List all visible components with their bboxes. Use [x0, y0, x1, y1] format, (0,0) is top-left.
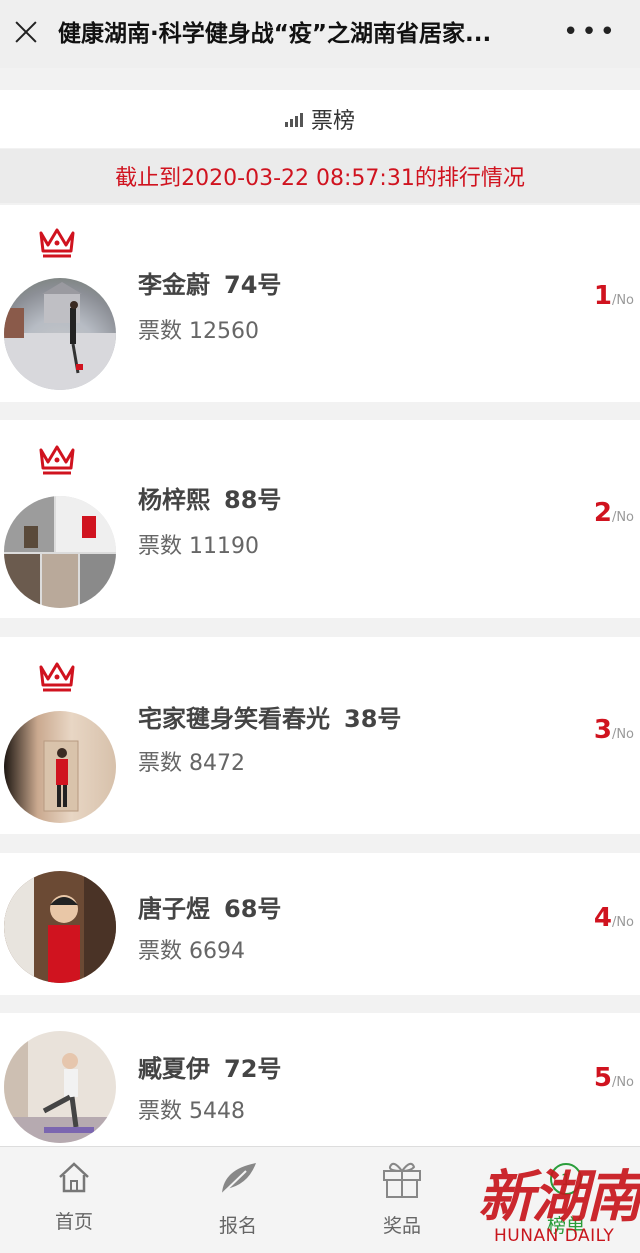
- bar-chart-icon: [284, 111, 303, 127]
- nav-signup[interactable]: 报名: [188, 1159, 288, 1238]
- crown-icon: [39, 228, 75, 258]
- home-icon: [59, 1162, 89, 1193]
- nav-label: 奖品: [382, 1215, 421, 1237]
- tab-label: 票榜: [310, 109, 355, 134]
- top-bar: 健康湖南·科学健身战“疫”之湖南省居家... •••: [0, 0, 640, 68]
- votes-label: 票数: [138, 751, 183, 776]
- entry-name: 宅家毽身笑看春光: [138, 705, 330, 733]
- votes-count: 6694: [189, 939, 246, 964]
- entry-number: 74号: [224, 271, 282, 299]
- ranking-card[interactable]: 臧夏伊 72号 票数 5448 5/No: [0, 1013, 640, 1146]
- rank-badge: 2/No: [594, 498, 634, 528]
- ranking-card[interactable]: 唐子煜 68号 票数 6694 4/No: [0, 853, 640, 995]
- votes-label: 票数: [138, 534, 183, 559]
- watermark-text: HUNAN DAILY: [494, 1226, 615, 1246]
- nav-home[interactable]: 首页: [24, 1159, 124, 1234]
- gift-icon: [383, 1162, 421, 1198]
- feather-icon: [219, 1163, 256, 1197]
- rank-badge: 1/No: [594, 281, 634, 311]
- rank-badge: 3/No: [594, 715, 634, 745]
- nav-label: 首页: [54, 1211, 93, 1233]
- tab-votes[interactable]: 票榜: [0, 90, 640, 148]
- votes-count: 12560: [189, 319, 260, 344]
- entry-number: 38号: [344, 705, 402, 733]
- rank-badge: 5/No: [594, 1063, 634, 1093]
- watermark-logo: 新湖南: [478, 1164, 640, 1230]
- avatar: [4, 1031, 116, 1143]
- votes-count: 8472: [189, 751, 246, 776]
- close-icon[interactable]: [12, 18, 40, 46]
- rank-suffix: /No: [611, 1075, 634, 1090]
- entry-number: 72号: [224, 1055, 282, 1083]
- rank-number: 1: [593, 281, 612, 311]
- ranking-card[interactable]: 宅家毽身笑看春光 38号 票数 8472 3/No: [0, 637, 640, 834]
- crown-icon: [39, 445, 75, 475]
- nav-prizes[interactable]: 奖品: [352, 1159, 452, 1238]
- votes-label: 票数: [138, 939, 183, 964]
- rank-badge: 4/No: [594, 903, 634, 933]
- rank-suffix: /No: [611, 915, 634, 930]
- votes-label: 票数: [138, 319, 183, 344]
- entry-number: 88号: [224, 486, 282, 514]
- rank-number: 4: [593, 903, 612, 933]
- avatar: [4, 278, 116, 390]
- rank-number: 3: [593, 715, 612, 745]
- avatar: [4, 496, 116, 608]
- ranking-card[interactable]: 李金蔚 74号 票数 12560 1/No: [0, 205, 640, 402]
- entry-name: 杨梓熙: [138, 486, 210, 514]
- votes-label: 票数: [138, 1099, 183, 1124]
- rank-suffix: /No: [611, 727, 634, 742]
- rank-number: 2: [593, 498, 612, 528]
- nav-label: 报名: [218, 1215, 257, 1237]
- page-title: 健康湖南·科学健身战“疫”之湖南省居家...: [58, 21, 492, 47]
- entry-name: 唐子煜: [138, 895, 210, 923]
- entry-number: 68号: [224, 895, 282, 923]
- avatar: [4, 711, 116, 823]
- rank-number: 5: [593, 1063, 612, 1093]
- entry-name: 臧夏伊: [138, 1055, 210, 1083]
- ranking-card[interactable]: 杨梓熙 88号 票数 11190 2/No: [0, 420, 640, 618]
- cutoff-notice: 截止到2020-03-22 08:57:31的排行情况: [0, 149, 640, 203]
- avatar: [4, 871, 116, 983]
- rank-suffix: /No: [611, 510, 634, 525]
- crown-icon: [39, 662, 75, 692]
- rank-suffix: /No: [611, 293, 634, 308]
- more-icon[interactable]: •••: [563, 19, 618, 45]
- votes-count: 11190: [189, 534, 260, 559]
- entry-name: 李金蔚: [138, 271, 210, 299]
- votes-count: 5448: [189, 1099, 246, 1124]
